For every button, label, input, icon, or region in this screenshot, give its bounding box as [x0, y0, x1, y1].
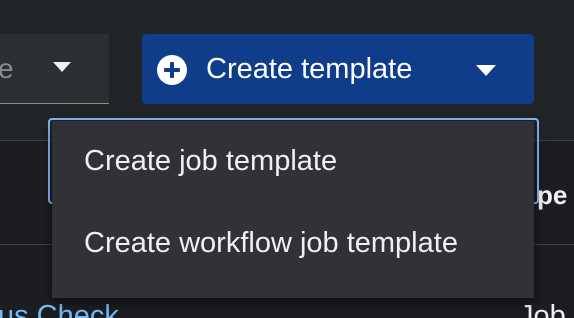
menu-item-create-job-template[interactable]: Create job template	[52, 121, 534, 201]
table-row-name-link[interactable]: us Check	[0, 300, 119, 318]
table-row-type: Job	[519, 300, 566, 318]
create-template-menu: Create job template Create workflow job …	[52, 121, 534, 298]
caret-down-icon	[53, 62, 71, 72]
filter-select-value: e	[0, 53, 14, 84]
page: e Create template pe us Check Job Create…	[0, 0, 574, 318]
caret-down-icon	[476, 65, 496, 76]
create-template-button[interactable]: Create template	[142, 34, 534, 104]
menu-item-create-workflow-job-template[interactable]: Create workflow job template	[52, 203, 534, 283]
create-template-label: Create template	[206, 53, 413, 85]
filter-select[interactable]: e	[0, 34, 109, 104]
menu-item-label: Create workflow job template	[84, 227, 458, 259]
menu-item-label: Create job template	[84, 145, 338, 177]
column-header-type[interactable]: pe	[537, 180, 567, 210]
plus-circle-icon	[157, 55, 187, 85]
